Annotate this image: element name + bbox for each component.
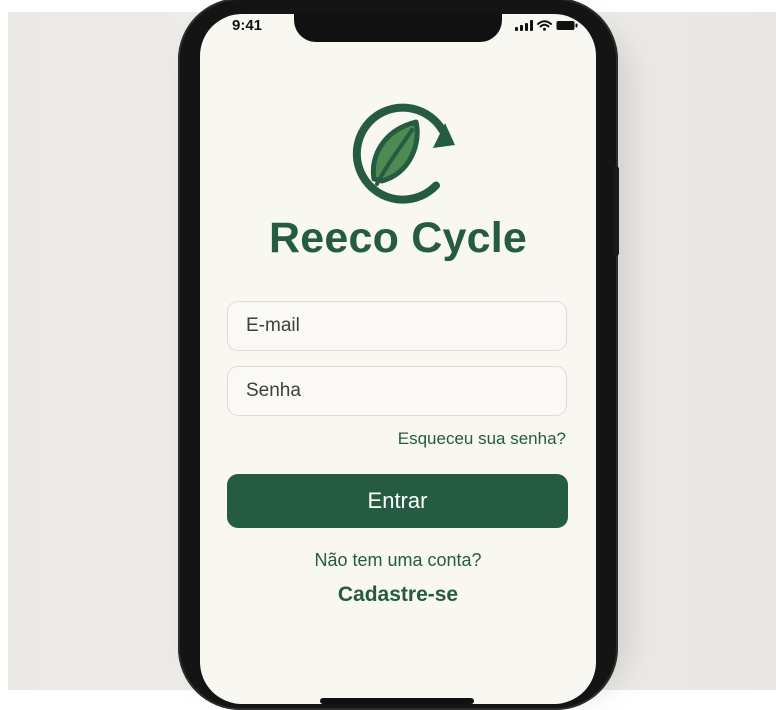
password-input[interactable] <box>227 366 567 416</box>
recycle-leaf-icon <box>352 103 455 204</box>
signal-icon <box>515 20 533 31</box>
status-time: 9:41 <box>232 17 263 34</box>
signup-link[interactable]: Cadastre-se <box>200 583 596 607</box>
email-input[interactable] <box>227 301 567 351</box>
status-icons <box>515 20 578 31</box>
login-button[interactable]: Entrar <box>227 474 568 528</box>
battery-icon <box>556 20 578 31</box>
wifi-icon <box>537 20 552 31</box>
home-indicator <box>320 698 474 704</box>
app-title: Reeco Cycle <box>269 214 527 262</box>
phone-side-button <box>614 166 619 256</box>
signup-prompt: Não tem uma conta? <box>314 550 482 570</box>
notch <box>294 14 502 42</box>
forgot-password-link[interactable]: Esqueceu sua senha? <box>398 429 566 449</box>
phone-screen: 9:41 Reeco Cycle Esqueceu sua senha? Ent… <box>200 14 596 704</box>
